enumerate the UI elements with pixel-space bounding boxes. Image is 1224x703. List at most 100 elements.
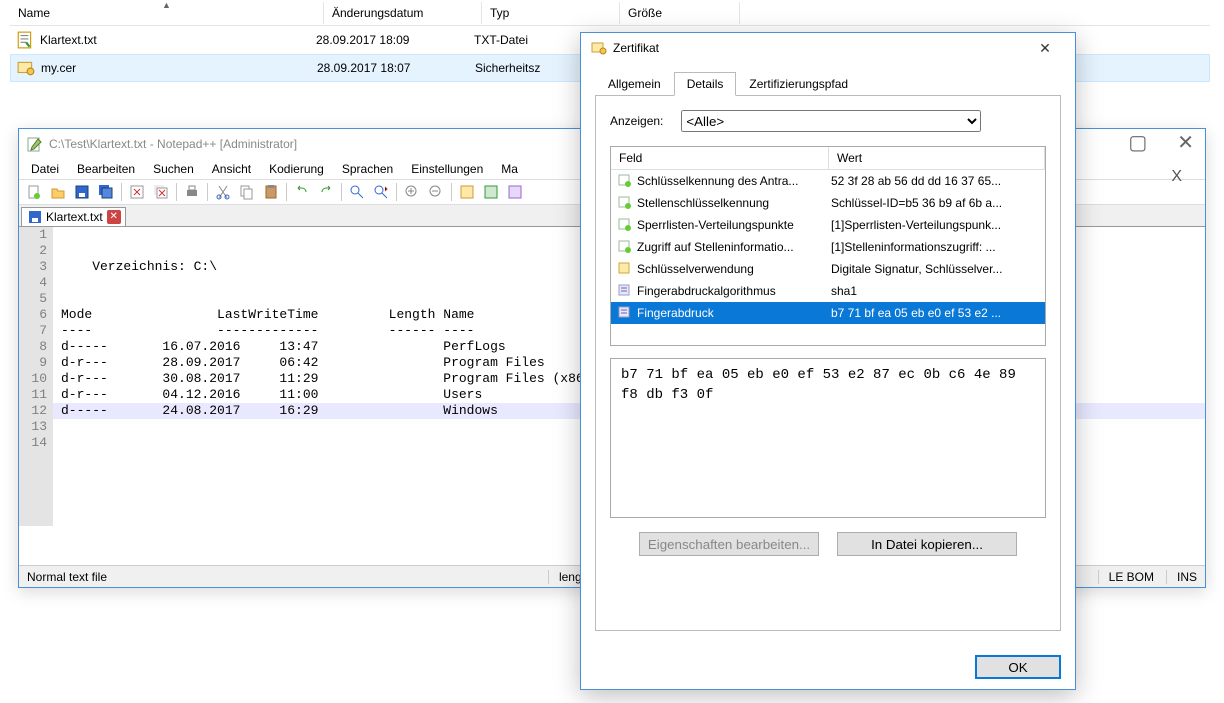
edit-properties-button: Eigenschaften bearbeiten... [639, 532, 819, 556]
key-icon [617, 261, 633, 277]
file-name: my.cer [41, 61, 76, 75]
ok-button[interactable]: OK [975, 655, 1061, 679]
file-tab[interactable]: Klartext.txt ✕ [21, 207, 126, 226]
column-type[interactable]: Typ [482, 2, 620, 24]
dialog-title: Zertifikat [613, 41, 659, 55]
menu-kodierung[interactable]: Kodierung [261, 160, 332, 178]
find-icon[interactable] [346, 181, 368, 203]
column-size[interactable]: Größe [620, 2, 740, 24]
show-all-chars-icon[interactable] [480, 181, 502, 203]
prop-icon [617, 305, 633, 321]
wordwrap-icon[interactable] [456, 181, 478, 203]
field-row[interactable]: StellenschlüsselkennungSchlüssel-ID=b5 3… [611, 192, 1045, 214]
status-ins: INS [1166, 570, 1197, 584]
file-name: Klartext.txt [40, 33, 97, 47]
dialog-tabs: Allgemein Details Zertifizierungspfad [595, 71, 1061, 96]
undo-icon[interactable] [291, 181, 313, 203]
explorer-column-headers: Name▲ Änderungsdatum Typ Größe [10, 0, 1210, 26]
field-value: b7 71 bf ea 05 eb e0 ef 53 e2 ... [831, 306, 1045, 320]
field-name: Schlüsselkennung des Antra... [637, 174, 831, 188]
close-all-icon[interactable] [150, 181, 172, 203]
field-value: [1]Sperrlisten-Verteilungspunk... [831, 218, 1045, 232]
show-select[interactable]: <Alle> [681, 110, 981, 132]
paste-icon[interactable] [260, 181, 282, 203]
dialog-titlebar: Zertifikat ✕ [581, 33, 1075, 63]
column-field[interactable]: Feld [611, 147, 829, 169]
tab-certpath[interactable]: Zertifizierungspfad [736, 72, 861, 96]
tab-details[interactable]: Details [674, 72, 737, 96]
sort-asc-icon: ▲ [162, 0, 171, 10]
menu-suchen[interactable]: Suchen [145, 160, 202, 178]
ext-icon [617, 217, 633, 233]
menu-sprachen[interactable]: Sprachen [334, 160, 401, 178]
field-value: [1]Stelleninformationszugriff: ... [831, 240, 1045, 254]
menu-bearbeiten[interactable]: Bearbeiten [69, 160, 143, 178]
print-icon[interactable] [181, 181, 203, 203]
close-file-icon[interactable] [126, 181, 148, 203]
status-lang: Normal text file [27, 570, 107, 584]
certificate-dialog: Zertifikat ✕ Allgemein Details Zertifizi… [580, 32, 1076, 690]
field-value: 52 3f 28 ab 56 dd dd 16 37 65... [831, 174, 1045, 188]
details-panel: Anzeigen: <Alle> Feld Wert Schlüsselkenn… [595, 96, 1061, 631]
menu-einstellungen[interactable]: Einstellungen [403, 160, 491, 178]
tab-general[interactable]: Allgemein [595, 72, 674, 96]
field-name: Stellenschlüsselkennung [637, 196, 831, 210]
status-encoding: LE BOM [1098, 570, 1154, 584]
cert-file-icon [17, 59, 35, 77]
field-name: Fingerabdruck [637, 306, 831, 320]
indent-guide-icon[interactable] [504, 181, 526, 203]
field-row[interactable]: Fingerabdruckb7 71 bf ea 05 eb e0 ef 53 … [611, 302, 1045, 324]
ext-icon [617, 195, 633, 211]
menu-ansicht[interactable]: Ansicht [204, 160, 259, 178]
tab-close-icon[interactable]: ✕ [107, 210, 121, 224]
tab-label: Klartext.txt [46, 210, 103, 224]
field-row[interactable]: SchlüsselverwendungDigitale Signatur, Sc… [611, 258, 1045, 280]
field-name: Fingerabdruckalgorithmus [637, 284, 831, 298]
copy-to-file-button[interactable]: In Datei kopieren... [837, 532, 1017, 556]
field-name: Zugriff auf Stelleninformatio... [637, 240, 831, 254]
open-file-icon[interactable] [47, 181, 69, 203]
field-row[interactable]: Sperrlisten-Verteilungspunkte[1]Sperrlis… [611, 214, 1045, 236]
field-value: Schlüssel-ID=b5 36 b9 af 6b a... [831, 196, 1045, 210]
ext-icon [617, 239, 633, 255]
field-rows[interactable]: Schlüsselkennung des Antra...52 3f 28 ab… [611, 170, 1045, 340]
field-row[interactable]: Fingerabdruckalgorithmussha1 [611, 280, 1045, 302]
column-name[interactable]: Name▲ [10, 2, 324, 24]
field-value: sha1 [831, 284, 1045, 298]
field-detail[interactable]: b7 71 bf ea 05 eb e0 ef 53 e2 87 ec 0b c… [610, 358, 1046, 518]
close-icon[interactable]: ✕ [1177, 130, 1194, 155]
field-name: Schlüsselverwendung [637, 262, 831, 276]
zoom-in-icon[interactable] [401, 181, 423, 203]
ext-icon [617, 173, 633, 189]
column-value[interactable]: Wert [829, 147, 1045, 169]
field-name: Sperrlisten-Verteilungspunkte [637, 218, 831, 232]
prop-icon [617, 283, 633, 299]
replace-icon[interactable] [370, 181, 392, 203]
certificate-icon [591, 40, 607, 56]
menu-datei[interactable]: Datei [23, 160, 67, 178]
save-all-icon[interactable] [95, 181, 117, 203]
notepadpp-icon [27, 136, 43, 152]
disk-icon [28, 210, 42, 224]
show-label: Anzeigen: [610, 114, 663, 128]
background-x: X [1171, 168, 1182, 186]
background-window-controls: ▢ ✕ [1128, 130, 1194, 155]
column-date[interactable]: Änderungsdatum [324, 2, 482, 24]
file-date: 28.09.2017 18:07 [317, 61, 475, 75]
cut-icon[interactable] [212, 181, 234, 203]
field-row[interactable]: Zugriff auf Stelleninformatio...[1]Stell… [611, 236, 1045, 258]
redo-icon[interactable] [315, 181, 337, 203]
line-gutter: 1234567891011121314 [19, 227, 53, 526]
field-list: Feld Wert Schlüsselkennung des Antra...5… [610, 146, 1046, 346]
close-icon[interactable]: ✕ [1025, 40, 1065, 57]
field-row[interactable]: Schlüsselkennung des Antra...52 3f 28 ab… [611, 170, 1045, 192]
field-value: Digitale Signatur, Schlüsselver... [831, 262, 1045, 276]
dialog-body: Allgemein Details Zertifizierungspfad An… [581, 63, 1075, 645]
new-file-icon[interactable] [23, 181, 45, 203]
maximize-icon[interactable]: ▢ [1128, 130, 1147, 155]
zoom-out-icon[interactable] [425, 181, 447, 203]
save-icon[interactable] [71, 181, 93, 203]
menu-makros[interactable]: Ma [493, 160, 526, 178]
text-file-icon [16, 31, 34, 49]
copy-icon[interactable] [236, 181, 258, 203]
